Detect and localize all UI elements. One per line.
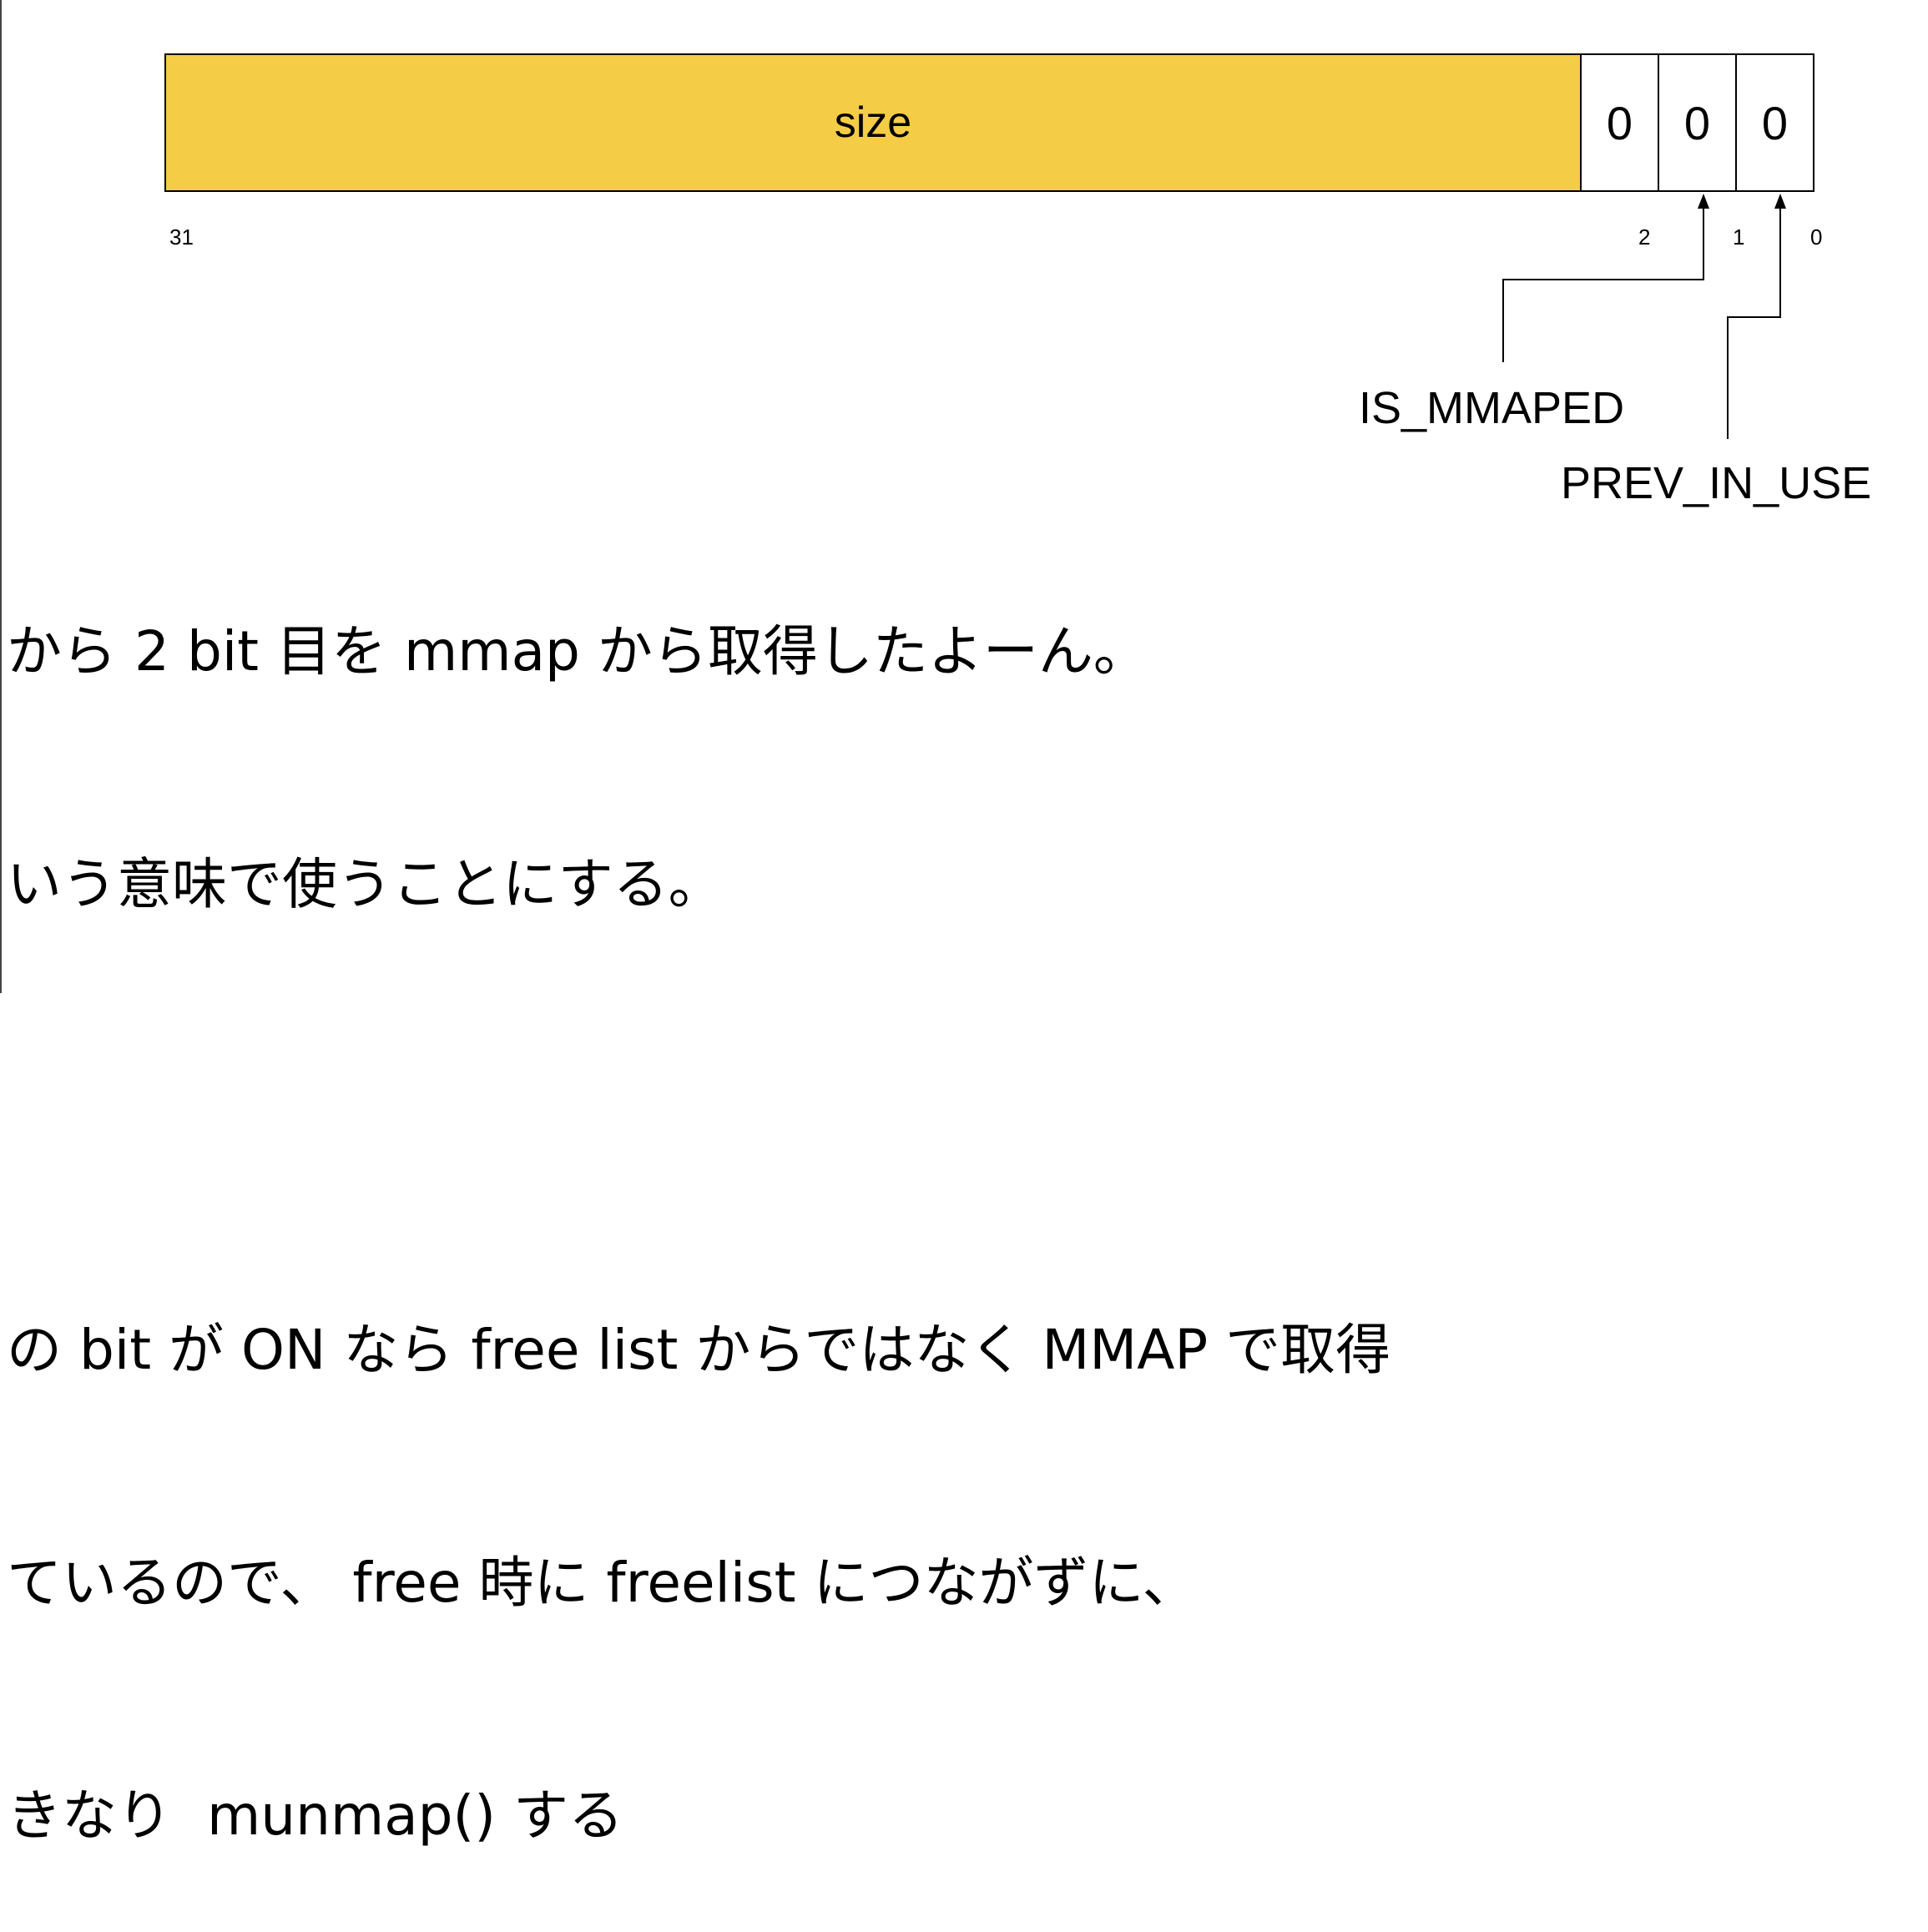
explanation-line-2: いう意味で使うことにする。 (7, 852, 724, 916)
prev-in-use-arrowhead (1774, 194, 1786, 209)
explanation-line-5: ているので、 free 時に freelist につながずに、 (7, 1551, 1198, 1615)
explanation-line-4: の bit が ON なら free list からではなく MMAP で取得 (7, 1318, 1391, 1382)
explanation-line-1: から 2 bit 目を mmap から取得したよーん。 (7, 619, 1148, 684)
is-mmaped-arrow (1502, 205, 1704, 362)
explanation-line-3 (7, 1078, 1390, 1156)
is-mmaped-label: IS_MMAPED (1359, 383, 1625, 433)
is-mmaped-arrowhead (1698, 194, 1709, 209)
prev-in-use-arrow (1727, 205, 1781, 439)
explanation-text: から 2 bit 目を mmap から取得したよーん。 いう意味で使うことにする… (7, 457, 1390, 1932)
prev-in-use-label: PREV_IN_USE (1561, 458, 1872, 508)
explanation-line-6: きなり munmap() する (7, 1783, 624, 1848)
